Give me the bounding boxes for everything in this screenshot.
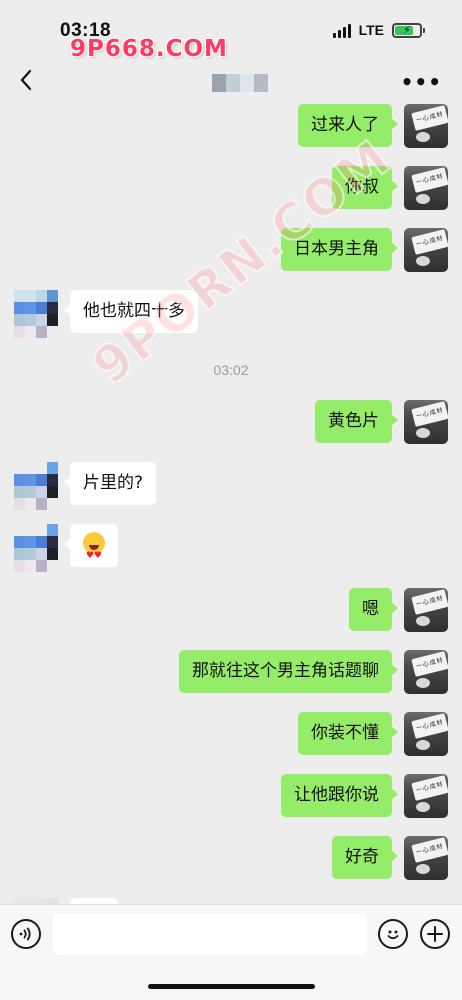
my-avatar[interactable]: 一心成材 bbox=[404, 712, 448, 756]
chevron-left-icon[interactable] bbox=[14, 68, 38, 92]
plus-icon[interactable] bbox=[420, 919, 450, 949]
my-avatar[interactable]: 一心成材 bbox=[404, 228, 448, 272]
avatar-card-text: 一心成材 bbox=[411, 651, 448, 677]
signal-icon bbox=[332, 22, 351, 38]
contact-message-bubble[interactable]: 他也就四十多 bbox=[64, 290, 198, 333]
avatar-card-text: 一心成材 bbox=[411, 229, 448, 255]
message-list[interactable]: 过来人了 一心成材 你叔 一心成材 日本男主角 一心成材 他也就四十多 03:0… bbox=[0, 104, 462, 904]
my-avatar[interactable]: 一心成材 bbox=[404, 650, 448, 694]
contact-message-bubble[interactable]: 片里的? bbox=[63, 462, 157, 505]
avatar-card-text: 一心成材 bbox=[411, 775, 448, 801]
my-message-bubble[interactable]: 你装不懂 bbox=[298, 712, 398, 755]
heart-eyes-emoji-icon bbox=[83, 532, 105, 578]
my-message-bubble[interactable]: 好奇 bbox=[332, 836, 398, 879]
my-avatar[interactable]: 一心成材 bbox=[404, 774, 448, 818]
contact-avatar[interactable] bbox=[14, 524, 58, 572]
avatar-card-text: 一心成材 bbox=[411, 589, 448, 615]
battery-icon: ⚡ bbox=[392, 22, 425, 38]
my-message-bubble[interactable]: 让他跟你说 bbox=[281, 774, 398, 817]
home-indicator[interactable] bbox=[148, 984, 315, 989]
contact-message-bubble[interactable] bbox=[64, 524, 118, 578]
my-avatar[interactable]: 一心成材 bbox=[404, 166, 448, 210]
my-message-bubble[interactable]: 你叔 bbox=[332, 166, 398, 209]
avatar-card-text: 一心成材 bbox=[411, 105, 448, 131]
avatar-card-text: 一心成材 bbox=[411, 401, 448, 427]
my-avatar[interactable]: 一心成材 bbox=[404, 836, 448, 880]
my-avatar[interactable]: 一心成材 bbox=[404, 400, 448, 444]
status-indicators: LTE ⚡ bbox=[332, 22, 425, 38]
my-message-bubble[interactable]: 那就往这个男主角话题聊 bbox=[179, 650, 398, 693]
avatar-card-text: 一心成材 bbox=[411, 837, 448, 863]
more-options-button[interactable]: ••• bbox=[401, 70, 442, 94]
contact-avatar[interactable] bbox=[14, 290, 58, 338]
avatar-card-text: 一心成材 bbox=[411, 713, 448, 739]
status-bar: 03:18 9P668.COM LTE ⚡ bbox=[0, 0, 462, 62]
chat-header: ••• bbox=[0, 58, 462, 104]
contact-avatar[interactable] bbox=[14, 462, 58, 510]
network-type: LTE bbox=[358, 22, 384, 38]
smiley-icon[interactable] bbox=[378, 919, 408, 949]
message-timestamp: 03:02 bbox=[213, 362, 249, 378]
my-message-bubble[interactable]: 过来人了 bbox=[298, 104, 398, 147]
chat-title-pixelated bbox=[212, 74, 268, 92]
avatar-card-text: 一心成材 bbox=[411, 167, 448, 193]
my-message-bubble[interactable]: 嗯 bbox=[349, 588, 398, 631]
my-message-bubble[interactable]: 黄色片 bbox=[315, 400, 398, 443]
message-input[interactable] bbox=[53, 913, 367, 955]
my-avatar[interactable]: 一心成材 bbox=[404, 588, 448, 632]
my-avatar[interactable]: 一心成材 bbox=[404, 104, 448, 148]
my-message-bubble[interactable]: 日本男主角 bbox=[281, 228, 398, 271]
voice-icon[interactable] bbox=[11, 919, 41, 949]
